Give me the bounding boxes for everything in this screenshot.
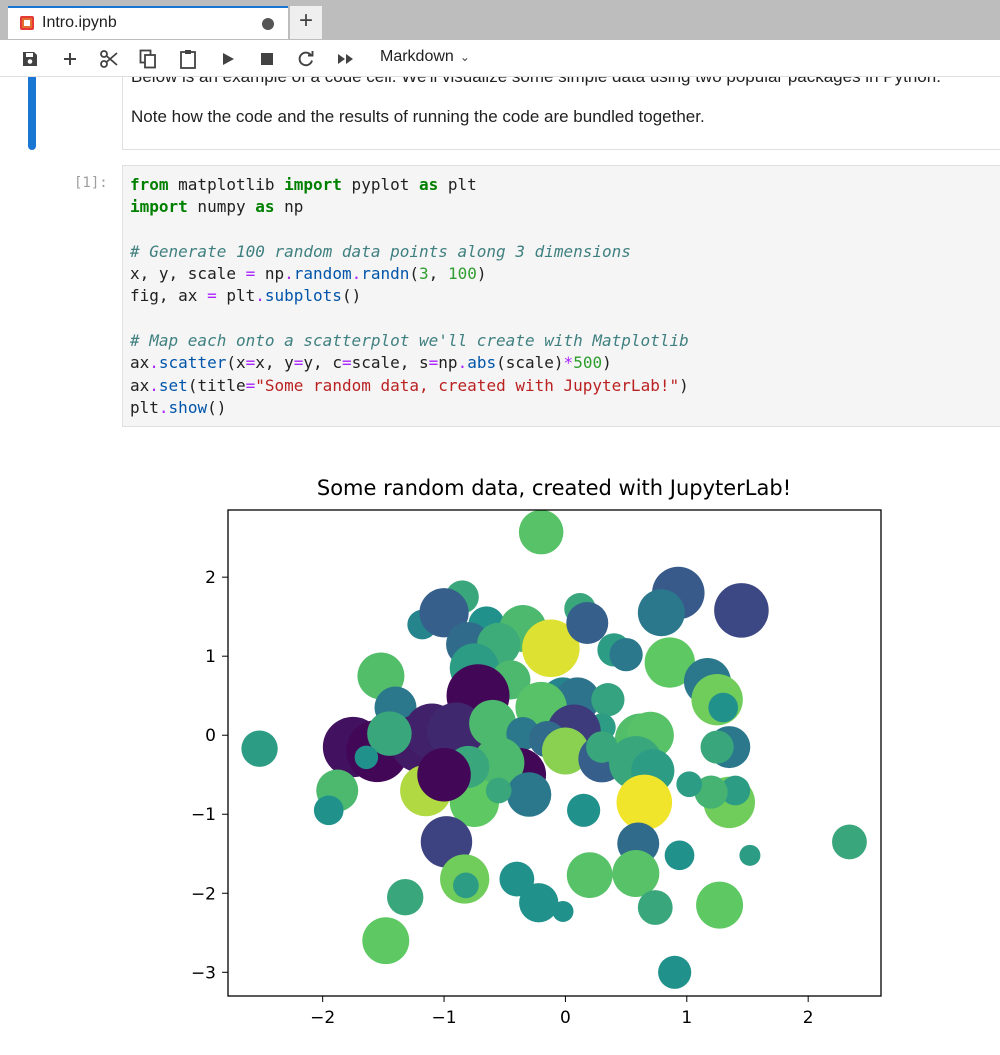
insert-cell-button[interactable] [58, 47, 82, 71]
save-button[interactable] [18, 47, 42, 71]
interrupt-button[interactable] [255, 47, 279, 71]
scatter-point [612, 850, 660, 897]
cell-type-value: Markdown [380, 48, 454, 65]
paste-button[interactable] [176, 47, 200, 71]
y-tick-label: −3 [191, 963, 216, 983]
scatter-point [708, 692, 739, 723]
y-tick-label: 0 [205, 726, 216, 746]
scatter-point [616, 774, 673, 831]
scatter-point [519, 883, 559, 923]
notebook-icon [20, 16, 34, 30]
x-tick-label: 1 [681, 1008, 692, 1028]
x-tick-label: −2 [310, 1008, 335, 1028]
scatter-point [658, 955, 692, 989]
scatter-point [417, 747, 471, 802]
y-tick-label: −2 [191, 884, 216, 904]
scatter-point [832, 824, 867, 860]
save-icon [23, 52, 37, 66]
x-axis: −2 −1 0 1 2 [310, 996, 814, 1028]
scatter-chart: Some random data, created with JupyterLa… [191, 476, 882, 1028]
scatter-point [566, 602, 609, 645]
markdown-cell[interactable]: Below is an example of a code cell. We'l… [122, 77, 1000, 150]
scatter-point [714, 583, 769, 638]
cut-button[interactable] [97, 47, 121, 71]
scatter-point [664, 840, 695, 871]
scatter-point [637, 890, 673, 925]
code-editor[interactable]: from matplotlib import pyplot as plt imp… [130, 174, 689, 419]
scatter-point [676, 771, 703, 798]
y-tick-label: −1 [191, 805, 216, 825]
active-cell-indicator [28, 77, 36, 150]
scatter-point [591, 683, 625, 717]
scatter-point [453, 872, 479, 899]
data-points [241, 509, 867, 989]
notebook-panel: Below is an example of a code cell. We'l… [0, 77, 1000, 1055]
scatter-point [485, 777, 512, 804]
scatter-point [696, 881, 744, 929]
fast-forward-icon [338, 54, 353, 64]
scatter-point [387, 879, 424, 916]
x-tick-label: 0 [560, 1008, 571, 1028]
scatter-point [609, 638, 643, 672]
chart-title: Some random data, created with JupyterLa… [317, 476, 791, 500]
y-tick-label: 2 [205, 568, 216, 588]
y-axis: −3 −2 −1 0 1 2 [191, 568, 228, 983]
copy-icon [139, 49, 156, 69]
run-button[interactable] [216, 47, 240, 71]
scatter-point [739, 844, 761, 866]
cell-output: Some random data, created with JupyterLa… [180, 467, 920, 1055]
scatter-point [362, 917, 410, 965]
stop-icon [261, 53, 273, 65]
scissors-icon [100, 50, 118, 68]
scatter-point [241, 730, 278, 767]
scatter-point [637, 589, 685, 637]
cell-type-dropdown[interactable]: Markdown ⌄ [380, 48, 470, 66]
plus-icon: + [298, 7, 313, 34]
restart-button[interactable] [294, 47, 318, 71]
x-tick-label: 2 [803, 1008, 814, 1028]
notebook-toolbar: Markdown ⌄ [0, 40, 1000, 77]
markdown-text-line: Note how the code and the results of run… [131, 107, 705, 126]
code-cell[interactable]: from matplotlib import pyplot as plt imp… [122, 165, 1000, 427]
scatter-point [586, 731, 618, 763]
notebook-tab[interactable]: Intro.ipynb [8, 6, 288, 39]
y-tick-label: 1 [205, 647, 216, 667]
chevron-down-icon: ⌄ [459, 50, 470, 64]
scatter-point [313, 795, 344, 826]
scatter-point [506, 772, 552, 817]
execution-count: [1]: [74, 175, 108, 191]
tab-title: Intro.ipynb [42, 14, 117, 31]
refresh-icon [298, 51, 314, 67]
unsaved-indicator-icon[interactable] [262, 18, 274, 30]
scatter-point [567, 793, 601, 827]
play-icon [223, 53, 234, 65]
x-tick-label: −1 [432, 1008, 457, 1028]
tab-bar: Intro.ipynb + [0, 0, 1000, 40]
plus-icon [64, 53, 76, 65]
scatter-point [518, 509, 564, 555]
markdown-text-line: Below is an example of a code cell. We'l… [131, 77, 941, 87]
run-all-button[interactable] [334, 47, 358, 71]
new-tab-button[interactable]: + [290, 6, 322, 39]
copy-button[interactable] [136, 47, 160, 71]
scatter-point [700, 730, 734, 764]
scatter-point [566, 852, 613, 898]
scatter-point [354, 745, 379, 770]
scatter-point [552, 900, 574, 922]
clipboard-icon [180, 50, 196, 69]
